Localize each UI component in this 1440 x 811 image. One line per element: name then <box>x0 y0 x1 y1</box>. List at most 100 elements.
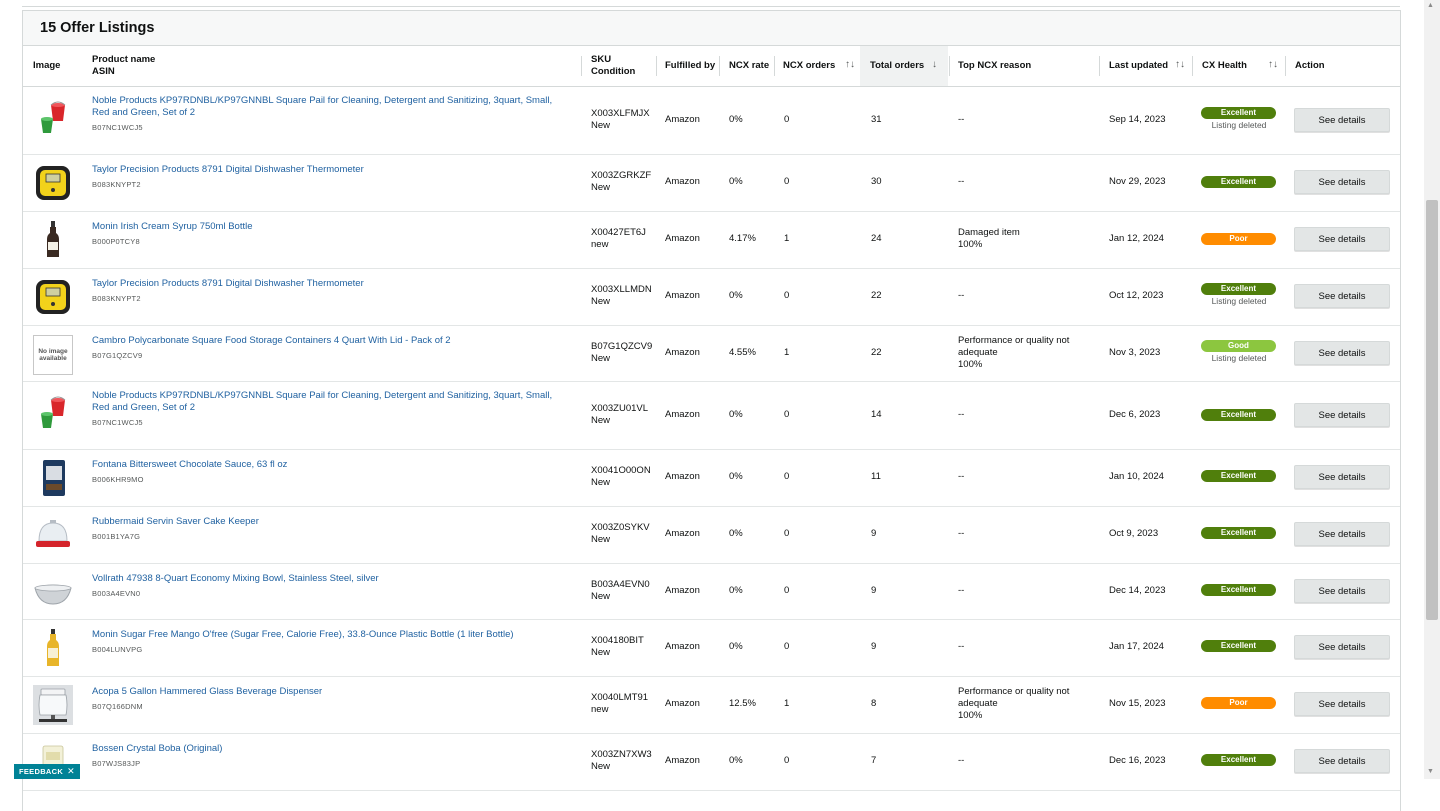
product-cell: Noble Products KP97RDNBL/KP97GNNBL Squar… <box>92 390 562 427</box>
col-product-name-label: Product name <box>92 54 156 65</box>
ncx-rate-value: 0% <box>729 409 743 420</box>
see-details-button[interactable]: See details <box>1294 579 1390 603</box>
condition-value: New <box>591 353 611 364</box>
ncx-orders-value: 0 <box>784 176 790 187</box>
see-details-button[interactable]: See details <box>1294 108 1390 132</box>
condition-value: New <box>591 761 611 772</box>
sku-value: X003ZN7XW3 <box>591 749 652 760</box>
product-image-sauce-jug[interactable] <box>33 458 73 498</box>
product-name-link[interactable]: Cambro Polycarbonate Square Food Storage… <box>92 335 562 347</box>
feedback-label: FEEDBACK <box>19 767 64 776</box>
col-cx-health[interactable]: CX Health <box>1202 46 1247 86</box>
scrollbar-thumb[interactable] <box>1426 200 1438 620</box>
sort-descending-icon[interactable]: ↓ <box>932 59 937 70</box>
top-ncx-reason: -- <box>958 290 964 302</box>
sku-value: X003XLFMJX <box>591 108 650 119</box>
product-image-thermometer[interactable] <box>33 163 73 203</box>
sku-value: X004180BIT <box>591 635 644 646</box>
product-image-pail[interactable] <box>33 99 73 139</box>
cx-health-cell: Excellent Listing deleted <box>1201 283 1277 306</box>
table-row: Taylor Precision Products 8791 Digital D… <box>23 269 1400 326</box>
condition-value: New <box>591 296 611 307</box>
last-updated-value: Oct 12, 2023 <box>1109 290 1164 301</box>
product-name-link[interactable]: Noble Products KP97RDNBL/KP97GNNBL Squar… <box>92 95 562 119</box>
product-name-link[interactable]: Vollrath 47938 8-Quart Economy Mixing Bo… <box>92 573 562 585</box>
product-image-beverage-dispenser[interactable] <box>33 685 73 725</box>
column-divider <box>1099 56 1100 76</box>
product-name-link[interactable]: Rubbermaid Servin Saver Cake Keeper <box>92 516 562 528</box>
see-details-button[interactable]: See details <box>1294 465 1390 489</box>
ncx-orders-value: 0 <box>784 585 790 596</box>
product-name-link[interactable]: Noble Products KP97RDNBL/KP97GNNBL Squar… <box>92 390 562 414</box>
sku-value: B003A4EVN0 <box>591 579 650 590</box>
table-row: No image available Cambro Polycarbonate … <box>23 326 1400 382</box>
product-name-link[interactable]: Monin Irish Cream Syrup 750ml Bottle <box>92 221 562 233</box>
see-details-button[interactable]: See details <box>1294 341 1390 365</box>
col-ncx-orders[interactable]: NCX orders <box>783 46 835 86</box>
see-details-button[interactable]: See details <box>1294 170 1390 194</box>
see-details-button[interactable]: See details <box>1294 227 1390 251</box>
top-ncx-reason: -- <box>958 409 964 421</box>
asin-value: B083KNYPT2 <box>92 180 141 189</box>
product-image-syrup-bottle[interactable] <box>33 628 73 668</box>
panel-header: 15 Offer Listings <box>23 11 1400 46</box>
top-ncx-reason: -- <box>958 176 964 188</box>
product-cell: Taylor Precision Products 8791 Digital D… <box>92 164 562 189</box>
table-row: Monin Irish Cream Syrup 750ml Bottle B00… <box>23 212 1400 269</box>
scroll-up-arrow-icon[interactable]: ▲ <box>1427 2 1434 9</box>
product-name-link[interactable]: Acopa 5 Gallon Hammered Glass Beverage D… <box>92 686 562 698</box>
product-image-mixing-bowl[interactable] <box>33 572 73 612</box>
reason-text: Damaged item <box>958 227 1020 238</box>
reason-text: Performance or quality not adequate <box>958 335 1070 358</box>
product-image-cake-keeper[interactable] <box>33 515 73 555</box>
status-badge: Excellent <box>1201 527 1276 539</box>
ncx-orders-value: 0 <box>784 409 790 420</box>
see-details-button[interactable]: See details <box>1294 522 1390 546</box>
product-image-syrup-bottle[interactable] <box>33 220 73 260</box>
sort-updown-icon[interactable]: ↑↓ <box>845 59 855 70</box>
ncx-orders-value: 1 <box>784 347 790 358</box>
sku-cell: X003XLFMJX New <box>591 108 650 132</box>
col-sku: SKU Condition <box>591 46 635 86</box>
product-name-link[interactable]: Monin Sugar Free Mango O'free (Sugar Fre… <box>92 629 562 641</box>
product-image-pail[interactable] <box>33 394 73 434</box>
see-details-button[interactable]: See details <box>1294 635 1390 659</box>
close-icon[interactable]: ✕ <box>67 766 75 777</box>
sku-value: X003ZGRKZF <box>591 170 652 181</box>
reason-text: -- <box>958 114 965 125</box>
feedback-button[interactable]: FEEDBACK ✕ <box>14 764 80 779</box>
last-updated-value: Jan 17, 2024 <box>1109 641 1164 652</box>
product-image-thermometer[interactable] <box>33 277 73 317</box>
col-last-updated[interactable]: Last updated <box>1109 46 1168 86</box>
see-details-button[interactable]: See details <box>1294 403 1390 427</box>
last-updated-value: Oct 9, 2023 <box>1109 528 1159 539</box>
total-orders-value: 9 <box>871 528 877 539</box>
product-name-link[interactable]: Taylor Precision Products 8791 Digital D… <box>92 278 562 290</box>
status-badge: Excellent <box>1201 470 1276 482</box>
sort-updown-icon[interactable]: ↑↓ <box>1175 59 1185 70</box>
reason-percent: 100% <box>958 710 983 721</box>
see-details-button[interactable]: See details <box>1294 692 1390 716</box>
sku-cell: B003A4EVN0 New <box>591 579 650 603</box>
fulfilled-by-value: Amazon <box>665 585 700 596</box>
see-details-button[interactable]: See details <box>1294 284 1390 308</box>
last-updated-value: Nov 29, 2023 <box>1109 176 1166 187</box>
cx-health-cell: Excellent <box>1201 176 1277 188</box>
total-orders-value: 30 <box>871 176 882 187</box>
product-name-link[interactable]: Taylor Precision Products 8791 Digital D… <box>92 164 562 176</box>
product-name-link[interactable]: Bossen Crystal Boba (Original) <box>92 743 562 755</box>
reason-text: -- <box>958 585 965 596</box>
asin-value: B001B1YA7G <box>92 532 141 541</box>
product-name-link[interactable]: Fontana Bittersweet Chocolate Sauce, 63 … <box>92 459 562 471</box>
see-details-button[interactable]: See details <box>1294 749 1390 773</box>
no-image-placeholder: No image available <box>33 335 73 375</box>
scroll-down-arrow-icon[interactable]: ▼ <box>1427 768 1434 775</box>
sort-updown-icon[interactable]: ↑↓ <box>1268 59 1278 70</box>
fulfilled-by-value: Amazon <box>665 755 700 766</box>
top-ncx-reason: -- <box>958 114 964 126</box>
asin-value: B07NC1WCJ5 <box>92 418 143 427</box>
reason-text: -- <box>958 290 965 301</box>
fulfilled-by-value: Amazon <box>665 698 700 709</box>
sku-value: X003XLLMDN <box>591 284 652 295</box>
condition-value: new <box>591 704 609 715</box>
